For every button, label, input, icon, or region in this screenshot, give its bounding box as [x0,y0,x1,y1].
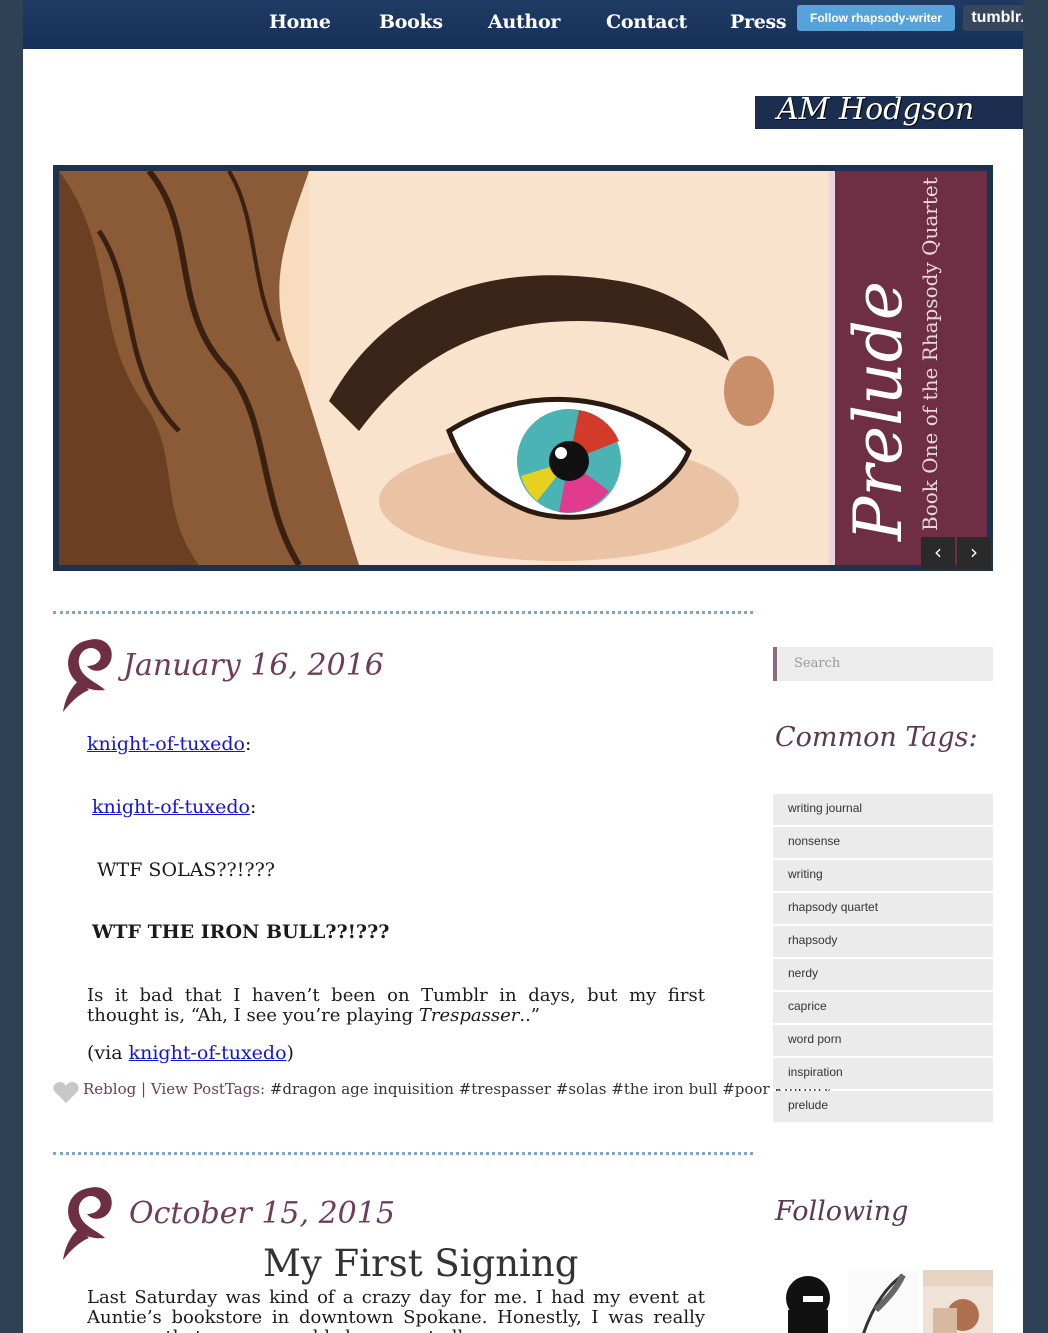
top-nav: Home Books Author Contact Press Follow r… [23,0,1023,49]
meta-separator: | [140,1080,147,1098]
quote-text: WTF SOLAS??!??? [97,859,275,881]
post-separator [53,611,753,614]
via-line: (via knight-of-tuxedo) [87,1043,294,1064]
slider-prev-button[interactable]: ‹ [921,537,955,569]
common-tags-heading: Common Tags: [775,722,978,753]
post-quote-line: knight-of-tuxedo: [87,734,251,755]
tag-item[interactable]: nonsense [773,827,993,858]
bird-logo-icon [63,1187,112,1260]
post-separator [53,1152,753,1155]
following-heading: Following [775,1196,909,1227]
tag-item[interactable]: inspiration [773,1058,993,1089]
follow-button[interactable]: Follow rhapsody-writer [797,5,955,31]
site-logo[interactable]: AM Hodgson [755,92,1023,129]
post-body: Is it bad that I haven’t been on Tumblr … [87,986,705,1026]
tags-label: Tags: [224,1080,266,1098]
via-text: (via [87,1042,129,1064]
via-text: ) [286,1042,294,1064]
nav-contact[interactable]: Contact [606,11,687,33]
post-title[interactable]: My First Signing [263,1242,578,1285]
blog-link[interactable]: knight-of-tuxedo [92,796,250,818]
tag-item[interactable]: rhapsody quartet [773,893,993,924]
quote-text-bold: WTF THE IRON BULL??!??? [92,921,390,943]
tag-item[interactable]: nerdy [773,959,993,990]
post-meta: Reblog | View PostTags: #dragon age inqu… [83,1080,832,1098]
post-body: Last Saturday was kind of a crazy day fo… [87,1287,705,1333]
site-title: AM Hodgson [777,92,975,127]
slider-next-button[interactable]: › [957,537,991,569]
tag-item[interactable]: prelude [773,1091,993,1122]
following-avatar[interactable] [923,1270,993,1333]
nav-books[interactable]: Books [379,11,443,33]
via-link[interactable]: knight-of-tuxedo [129,1042,287,1064]
body-text: ..” [519,1005,541,1026]
post-quote-line: knight-of-tuxedo: [92,797,256,818]
nav-home[interactable]: Home [269,11,331,33]
reblog-link[interactable]: Reblog [83,1080,136,1098]
tag-item[interactable]: caprice [773,992,993,1023]
page: Home Books Author Contact Press Follow r… [23,0,1023,1333]
tag-item[interactable]: word porn [773,1025,993,1056]
body-text: Is it bad that I haven’t been on Tumblr … [87,985,705,1026]
tag-item[interactable]: rhapsody [773,926,993,957]
following-avatar[interactable] [848,1270,918,1333]
post-tags[interactable]: #dragon age inquisition #trespasser #sol… [270,1080,832,1098]
tag-item[interactable]: writing journal [773,794,993,825]
tags-list: writing journal nonsense writing rhapsod… [773,794,993,1124]
nav-press[interactable]: Press [730,11,787,33]
bird-logo-icon [63,639,112,712]
slider-book-title: Prelude [840,281,917,542]
nav-author[interactable]: Author [488,11,560,33]
search-input[interactable]: Search [773,647,993,681]
colon-text: : [244,733,252,755]
blog-link[interactable]: knight-of-tuxedo [87,733,245,755]
heart-icon[interactable] [53,1082,79,1104]
header-slider: Prelude Book One of the Rhapsody Quartet… [53,165,993,571]
tumblr-button[interactable]: tumblr. [963,5,1023,31]
body-emphasis: Trespasser [418,1005,520,1026]
view-post-link[interactable]: View Post [151,1080,225,1098]
slider-book-subtitle: Book One of the Rhapsody Quartet [918,177,942,531]
tag-item[interactable]: writing [773,860,993,891]
slider-image: Prelude Book One of the Rhapsody Quartet [59,171,987,565]
colon-text: : [249,796,257,818]
post-date: January 16, 2016 [123,648,384,683]
post-date: October 15, 2015 [129,1196,395,1231]
following-avatar[interactable] [773,1270,843,1333]
